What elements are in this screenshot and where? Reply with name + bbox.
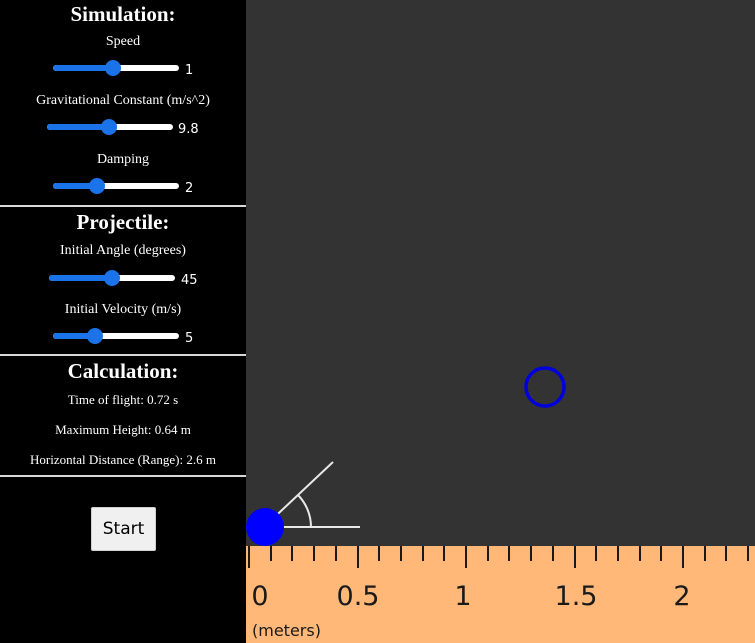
ruler-tick xyxy=(551,546,554,561)
speed-slider[interactable] xyxy=(53,60,179,76)
range-text: Horizontal Distance (Range): 2.6 m xyxy=(30,452,216,467)
time-of-flight-text: Time of flight: 0.72 s xyxy=(67,392,179,407)
ruler-tick xyxy=(334,546,337,561)
ruler-tick xyxy=(508,546,511,561)
angle-value: 45 xyxy=(181,273,198,288)
angle-slider[interactable] xyxy=(49,270,175,286)
angle-arc xyxy=(297,494,312,528)
ruler-label-2: 2 xyxy=(673,581,691,612)
ruler-tick xyxy=(486,546,489,561)
ruler-tick xyxy=(573,546,576,568)
ruler-label-1: 1 xyxy=(454,581,472,612)
simulation-heading: Simulation: xyxy=(70,2,176,26)
angle-label: Initial Angle (degrees) xyxy=(60,243,186,258)
projectile-ball-icon[interactable] xyxy=(246,508,284,546)
start-button[interactable]: Start xyxy=(91,507,156,551)
target-ring-icon xyxy=(524,366,566,408)
ruler-tick xyxy=(421,546,424,561)
control-panel: Simulation: Speed 1 Gravitational Consta… xyxy=(0,0,246,643)
ruler-tick xyxy=(269,546,272,561)
velocity-label: Initial Velocity (m/s) xyxy=(64,302,182,317)
ruler-tick xyxy=(465,546,467,568)
ruler-tick xyxy=(682,546,684,568)
gravity-slider-fill xyxy=(47,124,109,130)
velocity-slider-thumb[interactable] xyxy=(86,328,103,344)
ruler-tick xyxy=(725,546,728,561)
damping-slider[interactable] xyxy=(53,178,179,194)
ruler-tick xyxy=(399,546,402,561)
ruler-tick xyxy=(530,546,533,561)
gravity-label: Gravitational Constant (m/s^2) xyxy=(36,93,210,108)
distance-ruler: 0 0.5 1 1.5 2 (meters) xyxy=(246,546,755,643)
projectile-heading: Projectile: xyxy=(76,210,170,234)
velocity-slider[interactable] xyxy=(53,328,179,344)
ruler-unit-label: (meters) xyxy=(252,621,321,640)
gravity-slider[interactable] xyxy=(47,119,173,135)
ruler-tick xyxy=(378,546,381,561)
ruler-tick xyxy=(660,546,663,561)
ruler-label-1-5: 1.5 xyxy=(554,581,598,612)
velocity-value: 5 xyxy=(185,331,194,346)
speed-label: Speed xyxy=(105,34,141,49)
damping-slider-thumb[interactable] xyxy=(89,178,106,194)
ruler-label-0-5: 0.5 xyxy=(336,581,380,612)
ruler-tick xyxy=(313,546,316,561)
speed-slider-fill xyxy=(53,65,114,71)
damping-label: Damping xyxy=(96,152,150,167)
section-divider xyxy=(0,475,246,477)
ruler-tick xyxy=(747,546,750,561)
ruler-tick xyxy=(616,546,619,561)
ruler-label-0: 0 xyxy=(251,581,269,612)
damping-value: 2 xyxy=(185,181,194,196)
angle-slider-fill xyxy=(49,275,112,281)
calculation-heading: Calculation: xyxy=(67,359,179,383)
ruler-tick xyxy=(703,546,706,561)
ruler-tick xyxy=(356,546,359,568)
ruler-tick xyxy=(443,546,446,561)
gravity-value: 9.8 xyxy=(178,122,199,137)
speed-value: 1 xyxy=(185,63,194,78)
angle-slider-thumb[interactable] xyxy=(104,270,120,286)
ruler-tick xyxy=(595,546,598,561)
max-height-text: Maximum Height: 0.64 m xyxy=(55,422,191,437)
ruler-tick xyxy=(248,546,250,568)
ruler-tick xyxy=(638,546,641,561)
speed-slider-thumb[interactable] xyxy=(105,60,122,76)
ruler-tick xyxy=(291,546,294,561)
section-divider xyxy=(0,354,246,356)
section-divider xyxy=(0,205,246,207)
gravity-slider-thumb[interactable] xyxy=(100,119,117,135)
